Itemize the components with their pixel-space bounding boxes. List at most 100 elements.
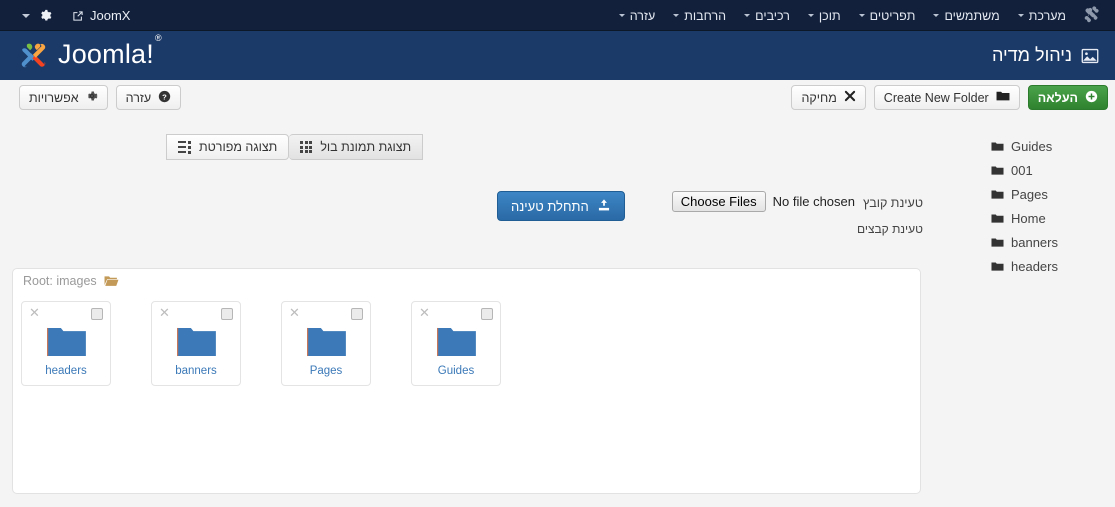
close-x-icon[interactable]: ✕: [419, 306, 430, 319]
item-checkbox[interactable]: [91, 308, 103, 320]
item-checkbox[interactable]: [351, 308, 363, 320]
create-new-folder-button[interactable]: Create New Folder: [873, 85, 1020, 110]
folder-icon: [412, 326, 500, 357]
menu-item-menus[interactable]: תפריטים: [850, 0, 925, 31]
logo-wordmark: Joomla!: [58, 39, 154, 69]
folder-icon: [991, 261, 1004, 272]
view-switch-group: תצוגת תמונת בול תצוגה מפורטת: [166, 134, 424, 160]
upload-button[interactable]: העלאה: [1027, 85, 1108, 110]
folder-icon: [991, 141, 1004, 152]
menu-label: תוכן: [818, 8, 841, 23]
menu-item-components[interactable]: רכיבים: [735, 0, 799, 31]
site-preview-link[interactable]: JoomX: [72, 8, 130, 23]
chevron-down-icon: [933, 14, 940, 17]
page-title-label: ניהול מדיה: [991, 45, 1072, 65]
tree-item-label: headers: [1011, 258, 1058, 274]
detail-view-label: תצוגה מפורטת: [199, 140, 278, 154]
close-x-icon[interactable]: ✕: [29, 306, 40, 319]
options-button-label: אפשרויות: [29, 90, 79, 105]
delete-button[interactable]: מחיקה: [791, 85, 866, 110]
options-button[interactable]: אפשרויות: [19, 85, 108, 110]
menu-item-extensions[interactable]: הרחבות: [664, 0, 735, 31]
create-new-folder-label: Create New Folder: [883, 90, 989, 105]
no-file-chosen-text: No file chosen: [772, 194, 855, 209]
menu-item-help[interactable]: עזרה: [610, 0, 665, 31]
menu-item-users[interactable]: משתמשים: [924, 0, 1008, 31]
tree-item-headers[interactable]: headers: [987, 254, 1105, 278]
menu-label: רכיבים: [755, 8, 790, 23]
gear-icon[interactable]: [39, 9, 52, 22]
upload-area: טעינת קובץ טעינת קבצים Choose Files No f…: [0, 190, 1115, 250]
chevron-down-icon: [807, 14, 814, 17]
toolbar: אפשרויות ? עזרה העלאה Create New Folder …: [0, 80, 1115, 116]
open-folder-icon: [104, 275, 119, 287]
menu-label: מערכת: [1028, 8, 1066, 23]
tab-thumbnail-view[interactable]: תצוגת תמונת בול: [289, 134, 424, 160]
toolbar-left-group: אפשרויות ? עזרה: [19, 85, 182, 110]
folder-card-label[interactable]: banners: [152, 365, 240, 377]
folder-card-guides[interactable]: ✕ Guides: [411, 301, 501, 386]
folder-icon: [152, 326, 240, 357]
chevron-down-icon: [1017, 14, 1024, 17]
admin-main-menu: מערכת משתמשים תפריטים תוכן רכיבים הרחבות…: [610, 0, 1115, 31]
tree-item-label: Guides: [1011, 138, 1053, 154]
help-button-label: עזרה: [125, 90, 152, 105]
tree-item-001[interactable]: 001: [987, 158, 1105, 182]
joomla-logo-icon: [18, 40, 49, 71]
start-upload-label: התחלת טעינה: [511, 198, 589, 214]
folder-card-label[interactable]: Pages: [282, 365, 370, 377]
folder-card-label[interactable]: Guides: [412, 365, 500, 377]
admin-header-bar: Joomla!® ניהול מדיה: [0, 31, 1115, 80]
chevron-down-icon: [673, 14, 680, 17]
question-circle-icon: ?: [158, 90, 171, 106]
root-path-label: Root: images: [23, 274, 97, 288]
folder-icon: [991, 165, 1004, 176]
folder-card-pages[interactable]: ✕ Pages: [281, 301, 371, 386]
menu-label: משתמשים: [944, 8, 1000, 23]
files-upload-label: טעינת קבצים: [856, 222, 923, 236]
close-x-icon[interactable]: ✕: [289, 306, 300, 319]
close-x-icon: [844, 90, 856, 105]
choose-files-button[interactable]: Choose Files: [671, 191, 766, 212]
page-title: ניהול מדיה: [992, 31, 1099, 80]
close-x-icon[interactable]: ✕: [159, 306, 170, 319]
caret-down-icon[interactable]: [22, 13, 30, 18]
folder-icon: [282, 326, 370, 357]
joomla-logo[interactable]: Joomla!®: [18, 31, 162, 80]
help-button[interactable]: ? עזרה: [115, 85, 182, 110]
image-icon: [1081, 48, 1099, 64]
tab-detail-view[interactable]: תצוגה מפורטת: [166, 134, 290, 160]
joomla-logo-text: Joomla!®: [58, 33, 162, 70]
joomla-mark-icon: [1079, 3, 1105, 29]
breadcrumb: Root: images: [23, 274, 119, 288]
folder-card-label[interactable]: headers: [22, 365, 110, 377]
menu-label: תפריטים: [869, 8, 916, 23]
folder-card-headers[interactable]: ✕ headers: [21, 301, 111, 386]
start-upload-button[interactable]: התחלת טעינה: [497, 191, 625, 221]
tree-item-guides[interactable]: Guides: [987, 134, 1105, 158]
thumbnail-view-label: תצוגת תמונת בול: [320, 140, 412, 154]
admin-topbar: JoomX מערכת משתמשים תפריטים תוכן רכיבים: [0, 0, 1115, 31]
gear-icon: [86, 90, 98, 105]
folder-icon: [996, 90, 1010, 105]
file-upload-label: טעינת קובץ: [862, 196, 923, 210]
trademark-mark: ®: [154, 33, 162, 43]
upload-button-label: העלאה: [1037, 90, 1078, 105]
site-name-label: JoomX: [90, 8, 131, 23]
upload-icon: [597, 198, 611, 215]
media-content-panel: Root: images ✕ headers ✕ banners ✕ Pages…: [12, 268, 921, 494]
svg-text:?: ?: [162, 92, 167, 101]
folder-card-banners[interactable]: ✕ banners: [151, 301, 241, 386]
tree-item-label: 001: [1011, 162, 1033, 178]
menu-item-system[interactable]: מערכת: [1009, 0, 1075, 31]
item-checkbox[interactable]: [221, 308, 233, 320]
plus-circle-icon: [1085, 90, 1098, 106]
media-items-grid: ✕ headers ✕ banners ✕ Pages ✕ Guides: [21, 301, 501, 386]
folder-icon: [22, 326, 110, 357]
menu-label: הרחבות: [684, 8, 727, 23]
menu-item-content[interactable]: תוכן: [799, 0, 850, 31]
grid-view-icon: [300, 141, 313, 153]
item-checkbox[interactable]: [481, 308, 493, 320]
chevron-down-icon: [744, 14, 751, 17]
chevron-down-icon: [858, 14, 865, 17]
